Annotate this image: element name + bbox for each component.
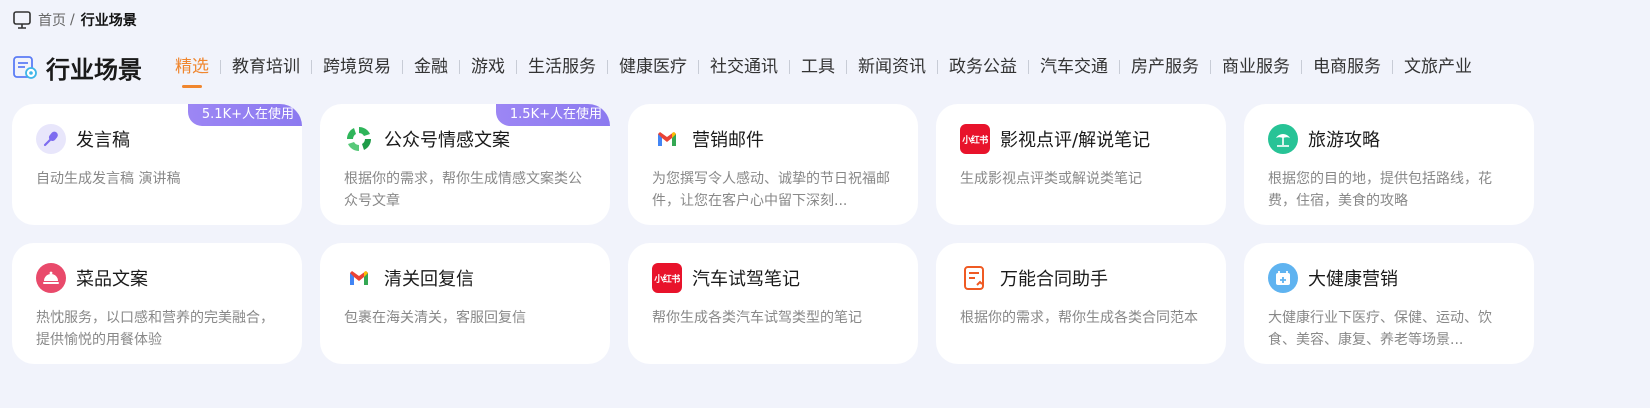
scenario-card[interactable]: 清关回复信包裹在海关清关，客服回复信 — [320, 243, 610, 364]
card-header: 清关回复信 — [344, 263, 586, 293]
card-header: 公众号情感文案 — [344, 124, 586, 154]
tab-15[interactable]: 文旅产业 — [1393, 50, 1483, 84]
card-header: 大健康营销 — [1268, 263, 1510, 293]
tab-6[interactable]: 健康医疗 — [608, 50, 698, 84]
tab-13[interactable]: 商业服务 — [1211, 50, 1301, 84]
tab-8[interactable]: 工具 — [790, 50, 846, 84]
breadcrumb-current: 行业场景 — [80, 13, 137, 29]
header-row: 行业场景 精选 教育培训 跨境贸易 金融 游戏 生活服务 健康医疗 社交通讯 工具 新闻资讯 政务公… — [12, 50, 1483, 84]
tab-9[interactable]: 新闻资讯 — [847, 50, 937, 84]
card-description: 热忱服务，以口感和营养的完美融合，提供愉悦的用餐体验 — [36, 310, 274, 348]
category-tabs: 精选 教育培训 跨境贸易 金融 游戏 生活服务 健康医疗 社交通讯 工具 新闻资讯 政务公益 汽车交通… — [164, 50, 1483, 84]
card-header: 小红书 影视点评/解说笔记 — [960, 124, 1202, 154]
card-description: 生成影视点评类或解说类笔记 — [960, 171, 1142, 187]
card-title: 菜品文案 — [76, 269, 148, 290]
breadcrumb-home-link[interactable]: 首页 — [38, 10, 66, 30]
tab-2[interactable]: 跨境贸易 — [312, 50, 402, 84]
card-title: 发言稿 — [76, 130, 130, 151]
scenario-card[interactable]: 菜品文案热忱服务，以口感和营养的完美融合，提供愉悦的用餐体验 — [12, 243, 302, 364]
card-description: 大健康行业下医疗、保健、运动、饮食、美容、康复、养老等场景... — [1268, 310, 1492, 348]
tab-11[interactable]: 汽车交通 — [1029, 50, 1119, 84]
card-description: 根据您的目的地，提供包括路线，花费，住宿，美食的攻略 — [1268, 171, 1492, 209]
xiaohongshu-icon-label: 小红书 — [962, 135, 988, 146]
scenario-card-grid: 5.1K+人在使用 发言稿 自动生成发言稿 演讲稿 1.5K+人在使用 公众号情感文案根… — [12, 104, 1534, 364]
page-title: 行业场景 — [46, 55, 142, 84]
wechat-channel-icon — [344, 124, 374, 154]
card-description: 为您撰写令人感动、诚挚的节日祝福邮件，让您在客户心中留下深刻... — [652, 171, 890, 209]
card-title: 汽车试驾笔记 — [692, 269, 800, 290]
scenario-card[interactable]: 1.5K+人在使用公众号情感文案根据你的需求，帮你生成情感文案类公众号文章 — [320, 104, 610, 225]
tab-10[interactable]: 政务公益 — [938, 50, 1028, 84]
scenario-card[interactable]: 万能合同助手根据你的需求，帮你生成各类合同范本 — [936, 243, 1226, 364]
card-header: 发言稿 — [36, 124, 278, 154]
card-header: 营销邮件 — [652, 124, 894, 154]
tab-7[interactable]: 社交通讯 — [699, 50, 789, 84]
card-header: 万能合同助手 — [960, 263, 1202, 293]
scenario-card[interactable]: 小红书 汽车试驾笔记帮你生成各类汽车试驾类型的笔记 — [628, 243, 918, 364]
tab-12[interactable]: 房产服务 — [1120, 50, 1210, 84]
card-title: 清关回复信 — [384, 269, 474, 290]
tab-0[interactable]: 精选 — [164, 50, 220, 84]
card-description: 根据你的需求，帮你生成各类合同范本 — [960, 310, 1198, 326]
card-title: 万能合同助手 — [1000, 269, 1108, 290]
tab-5[interactable]: 生活服务 — [517, 50, 607, 84]
card-title: 营销邮件 — [692, 130, 764, 151]
card-description: 包裹在海关清关，客服回复信 — [344, 310, 526, 326]
card-header: 小红书 汽车试驾笔记 — [652, 263, 894, 293]
tab-3[interactable]: 金融 — [403, 50, 459, 84]
usage-badge: 5.1K+人在使用 — [187, 104, 302, 126]
xiaohongshu-icon: 小红书 — [960, 124, 990, 154]
card-title: 大健康营销 — [1308, 269, 1398, 290]
card-header: 旅游攻略 — [1268, 124, 1510, 154]
breadcrumb: 首页 / 行业场景 — [12, 9, 137, 31]
card-description: 根据你的需求，帮你生成情感文案类公众号文章 — [344, 171, 582, 209]
monitor-icon — [12, 10, 32, 30]
scenario-card[interactable]: 营销邮件为您撰写令人感动、诚挚的节日祝福邮件，让您在客户心中留下深刻... — [628, 104, 918, 225]
scenario-card[interactable]: 5.1K+人在使用发言稿自动生成发言稿 演讲稿 — [12, 104, 302, 225]
gmail-icon — [652, 124, 682, 154]
document-list-icon — [12, 54, 38, 80]
beach-icon — [1268, 124, 1298, 154]
card-header: 菜品文案 — [36, 263, 278, 293]
scenario-card[interactable]: 小红书 影视点评/解说笔记生成影视点评类或解说类笔记 — [936, 104, 1226, 225]
scenario-card[interactable]: 旅游攻略根据您的目的地，提供包括路线，花费，住宿，美食的攻略 — [1244, 104, 1534, 225]
card-description: 自动生成发言稿 演讲稿 — [36, 171, 181, 187]
xiaohongshu-icon-label: 小红书 — [654, 274, 680, 285]
health-calendar-icon — [1268, 263, 1298, 293]
tab-1[interactable]: 教育培训 — [221, 50, 311, 84]
card-title: 旅游攻略 — [1308, 130, 1380, 151]
contract-icon — [960, 263, 990, 293]
card-title: 公众号情感文案 — [384, 130, 510, 151]
breadcrumb-separator: / — [70, 12, 75, 28]
card-description: 帮你生成各类汽车试驾类型的笔记 — [652, 310, 862, 326]
tab-4[interactable]: 游戏 — [460, 50, 516, 84]
dish-icon — [36, 263, 66, 293]
microphone-icon — [36, 124, 66, 154]
gmail-icon — [344, 263, 374, 293]
scenario-card[interactable]: 大健康营销大健康行业下医疗、保健、运动、饮食、美容、康复、养老等场景... — [1244, 243, 1534, 364]
usage-badge: 1.5K+人在使用 — [495, 104, 610, 126]
tab-14[interactable]: 电商服务 — [1302, 50, 1392, 84]
card-title: 影视点评/解说笔记 — [1000, 130, 1151, 151]
xiaohongshu-icon: 小红书 — [652, 263, 682, 293]
